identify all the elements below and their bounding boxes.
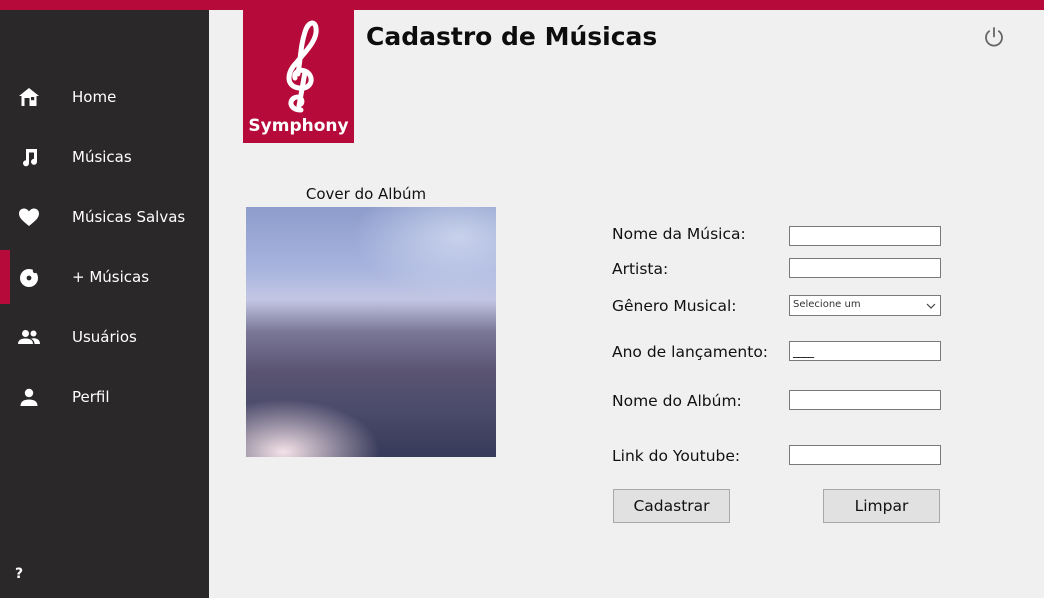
help-button[interactable]: ? [15,566,23,582]
youtube-label: Link do Youtube: [612,447,741,465]
sidebar-item-label: Músicas [72,148,132,166]
album-label: Nome do Albúm: [612,392,742,410]
genre-label: Gênero Musical: [612,297,737,315]
top-accent-bar [0,0,1044,10]
song-name-input[interactable] [789,226,941,246]
users-icon [17,325,41,349]
treble-clef-icon [286,20,319,113]
artist-label: Artista: [612,260,669,278]
cover-label: Cover do Albúm [305,185,427,203]
power-button[interactable] [982,25,1006,49]
home-icon [17,85,41,109]
sidebar-item-label: Usuários [72,328,137,346]
sidebar: Home Músicas Músicas Salvas + Músicas Us… [0,10,209,598]
brand-name: Symphony [248,116,349,136]
genre-select[interactable]: Selecione um [789,295,941,316]
sidebar-item-usuarios[interactable]: Usuários [0,310,209,364]
sidebar-item-add-musicas[interactable]: + Músicas [0,250,209,304]
sidebar-item-musicas[interactable]: Músicas [0,130,209,184]
heart-icon [17,205,41,229]
sidebar-item-home[interactable]: Home [0,70,209,124]
youtube-input[interactable] [789,445,941,465]
genre-selected-value: Selecione um [793,299,861,310]
app-logo: Symphony [243,10,354,143]
sidebar-item-label: Home [72,88,117,106]
year-label: Ano de lançamento: [612,343,769,361]
album-cover-image[interactable] [246,207,496,457]
sidebar-item-perfil[interactable]: Perfil [0,370,209,424]
year-input-mask: ____ [793,344,814,358]
artist-input[interactable] [789,258,941,278]
cadastrar-button[interactable]: Cadastrar [613,489,730,523]
sidebar-item-musicas-salvas[interactable]: Músicas Salvas [0,190,209,244]
page-title: Cadastro de Músicas [366,22,658,51]
power-icon [985,27,1003,47]
sidebar-item-label: Músicas Salvas [72,208,186,226]
album-input[interactable] [789,390,941,410]
sidebar-item-label: + Músicas [72,268,150,286]
song-name-label: Nome da Música: [612,225,746,243]
disc-icon [17,265,41,289]
chevron-down-icon [926,303,936,309]
person-icon [17,385,41,409]
sidebar-item-label: Perfil [72,388,110,406]
music-note-icon [17,145,41,169]
limpar-button[interactable]: Limpar [823,489,940,523]
